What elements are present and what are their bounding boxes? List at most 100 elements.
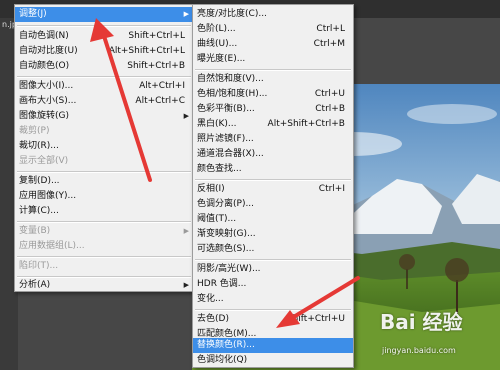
menu-item-analysis[interactable]: 分析(A) ▶ — [15, 278, 193, 293]
menu-item-shortcut: Alt+Shift+Ctrl+B — [267, 119, 345, 129]
menu-separator — [195, 69, 351, 71]
submenu-item-color-lookup[interactable]: 颜色查找... — [193, 162, 353, 177]
menu-separator — [195, 309, 351, 311]
submenu-item-invert[interactable]: 反相(I) Ctrl+I — [193, 182, 353, 197]
menu-item-image-size[interactable]: 图像大小(I)... Alt+Ctrl+I — [15, 79, 193, 94]
submenu-item-equalize[interactable]: 色调均化(Q) — [193, 353, 353, 368]
menu-item-label: 阈值(T)... — [197, 214, 237, 224]
menu-item-crop[interactable]: 裁剪(P) — [15, 124, 193, 139]
menu-item-variables[interactable]: 变量(B) ▶ — [15, 224, 193, 239]
submenu-item-posterize[interactable]: 色调分离(P)... — [193, 197, 353, 212]
menu-separator — [17, 256, 191, 258]
submenu-item-photo-filter[interactable]: 照片滤镜(F)... — [193, 132, 353, 147]
menu-item-image-rotation[interactable]: 图像旋转(G) ▶ — [15, 109, 193, 124]
menu-item-label: 色相/饱和度(H)... — [197, 89, 268, 99]
submenu-item-shadows-highlights[interactable]: 阴影/高光(W)... — [193, 262, 353, 277]
menu-item-label: 变化... — [197, 294, 224, 304]
submenu-item-channel-mixer[interactable]: 通道混合器(X)... — [193, 147, 353, 162]
submenu-item-color-balance[interactable]: 色彩平衡(B)... Ctrl+B — [193, 102, 353, 117]
menu-item-auto-contrast[interactable]: 自动对比度(U) Alt+Shift+Ctrl+L — [15, 44, 193, 59]
watermark-brand: Bai 经验 — [380, 310, 463, 334]
adjustments-submenu: 亮度/对比度(C)... 色阶(L)... Ctrl+L 曲线(U)... Ct… — [192, 4, 354, 368]
menu-item-label: 自动对比度(U) — [19, 46, 78, 56]
menu-item-trap[interactable]: 陷印(T)... — [15, 259, 193, 274]
image-menu: 调整(J) ▶ 自动色调(N) Shift+Ctrl+L 自动对比度(U) Al… — [14, 4, 194, 292]
menu-item-label: 替换颜色(R)... — [197, 340, 255, 350]
menu-item-label: 应用图像(Y)... — [19, 191, 77, 201]
menu-item-canvas-size[interactable]: 画布大小(S)... Alt+Ctrl+C — [15, 94, 193, 109]
menu-item-label: 照片滤镜(F)... — [197, 134, 254, 144]
submenu-item-desaturate[interactable]: 去色(D) Shift+Ctrl+U — [193, 312, 353, 327]
baidu-watermark: Bai 经验 jingyan.baidu.com — [380, 302, 498, 366]
menu-item-label: HDR 色调... — [197, 279, 247, 289]
menu-item-label: 曲线(U)... — [197, 39, 238, 49]
menu-item-label: 自动颜色(O) — [19, 61, 70, 71]
menu-item-label: 显示全部(V) — [19, 156, 69, 166]
menu-item-shortcut: Ctrl+B — [315, 104, 345, 114]
menu-item-shortcut: Ctrl+M — [313, 39, 345, 49]
submenu-item-vibrance[interactable]: 自然饱和度(V)... — [193, 72, 353, 87]
menu-item-reveal-all[interactable]: 显示全部(V) — [15, 154, 193, 169]
submenu-item-selective-color[interactable]: 可选颜色(S)... — [193, 242, 353, 257]
submenu-item-threshold[interactable]: 阈值(T)... — [193, 212, 353, 227]
menu-item-shortcut: Alt+Ctrl+C — [135, 96, 185, 106]
menu-item-label: 自然饱和度(V)... — [197, 74, 264, 84]
submenu-item-variations[interactable]: 变化... — [193, 292, 353, 307]
menu-separator — [17, 76, 191, 78]
submenu-arrow-icon: ▶ — [183, 112, 189, 120]
menu-item-label: 裁切(R)... — [19, 141, 59, 151]
menu-item-shortcut: Shift+Ctrl+U — [286, 314, 345, 324]
menu-item-label: 曝光度(E)... — [197, 54, 246, 64]
menu-item-shortcut: Ctrl+L — [316, 24, 345, 34]
menu-item-shortcut: Ctrl+U — [314, 89, 345, 99]
menu-item-label: 黑白(K)... — [197, 119, 237, 129]
menu-separator — [195, 259, 351, 261]
menu-item-label: 陷印(T)... — [19, 261, 59, 271]
menu-item-label: 通道混合器(X)... — [197, 149, 264, 159]
submenu-item-curves[interactable]: 曲线(U)... Ctrl+M — [193, 37, 353, 52]
menu-item-apply-image[interactable]: 应用图像(Y)... — [15, 189, 193, 204]
menu-separator — [17, 171, 191, 173]
submenu-item-black-white[interactable]: 黑白(K)... Alt+Shift+Ctrl+B — [193, 117, 353, 132]
menu-item-label: 变量(B) — [19, 226, 51, 236]
menu-item-label: 自动色调(N) — [19, 31, 69, 41]
submenu-item-brightness-contrast[interactable]: 亮度/对比度(C)... — [193, 7, 353, 22]
menu-item-label: 分析(A) — [19, 280, 51, 290]
menu-item-label: 调整(J) — [19, 9, 47, 19]
menu-item-label: 图像大小(I)... — [19, 81, 74, 91]
menu-item-label: 色彩平衡(B)... — [197, 104, 255, 114]
menu-separator — [195, 179, 351, 181]
submenu-arrow-icon: ▶ — [183, 10, 189, 18]
menu-item-label: 去色(D) — [197, 314, 229, 324]
menu-item-auto-color[interactable]: 自动颜色(O) Shift+Ctrl+B — [15, 59, 193, 74]
menu-item-label: 反相(I) — [197, 184, 225, 194]
menu-item-label: 阴影/高光(W)... — [197, 264, 261, 274]
submenu-item-replace-color[interactable]: 替换颜色(R)... — [193, 338, 353, 353]
menu-item-label: 裁剪(P) — [19, 126, 50, 136]
menu-item-label: 渐变映射(G)... — [197, 229, 256, 239]
menu-item-label: 颜色查找... — [197, 164, 242, 174]
menu-item-shortcut: Alt+Shift+Ctrl+L — [108, 46, 185, 56]
menu-item-duplicate[interactable]: 复制(D)... — [15, 174, 193, 189]
menu-item-adjustments[interactable]: 调整(J) ▶ — [15, 7, 193, 22]
submenu-item-hdr-toning[interactable]: HDR 色调... — [193, 277, 353, 292]
menu-item-calculations[interactable]: 计算(C)... — [15, 204, 193, 219]
submenu-item-hue-saturation[interactable]: 色相/饱和度(H)... Ctrl+U — [193, 87, 353, 102]
menu-separator — [17, 25, 191, 27]
submenu-item-gradient-map[interactable]: 渐变映射(G)... — [193, 227, 353, 242]
menu-item-trim[interactable]: 裁切(R)... — [15, 139, 193, 154]
submenu-arrow-icon: ▶ — [183, 281, 189, 289]
submenu-arrow-icon: ▶ — [183, 227, 189, 235]
menu-item-label: 计算(C)... — [19, 206, 59, 216]
menu-item-label: 色调分离(P)... — [197, 199, 255, 209]
menu-item-label: 可选颜色(S)... — [197, 244, 255, 254]
menu-item-label: 画布大小(S)... — [19, 96, 77, 106]
submenu-item-exposure[interactable]: 曝光度(E)... — [193, 52, 353, 67]
menu-item-apply-data-set[interactable]: 应用数据组(L)... — [15, 239, 193, 254]
menu-item-auto-tone[interactable]: 自动色调(N) Shift+Ctrl+L — [15, 29, 193, 44]
menu-item-label: 图像旋转(G) — [19, 111, 69, 121]
submenu-item-levels[interactable]: 色阶(L)... Ctrl+L — [193, 22, 353, 37]
menu-item-label: 复制(D)... — [19, 176, 60, 186]
menu-item-shortcut: Alt+Ctrl+I — [139, 81, 185, 91]
menu-separator — [17, 221, 191, 223]
